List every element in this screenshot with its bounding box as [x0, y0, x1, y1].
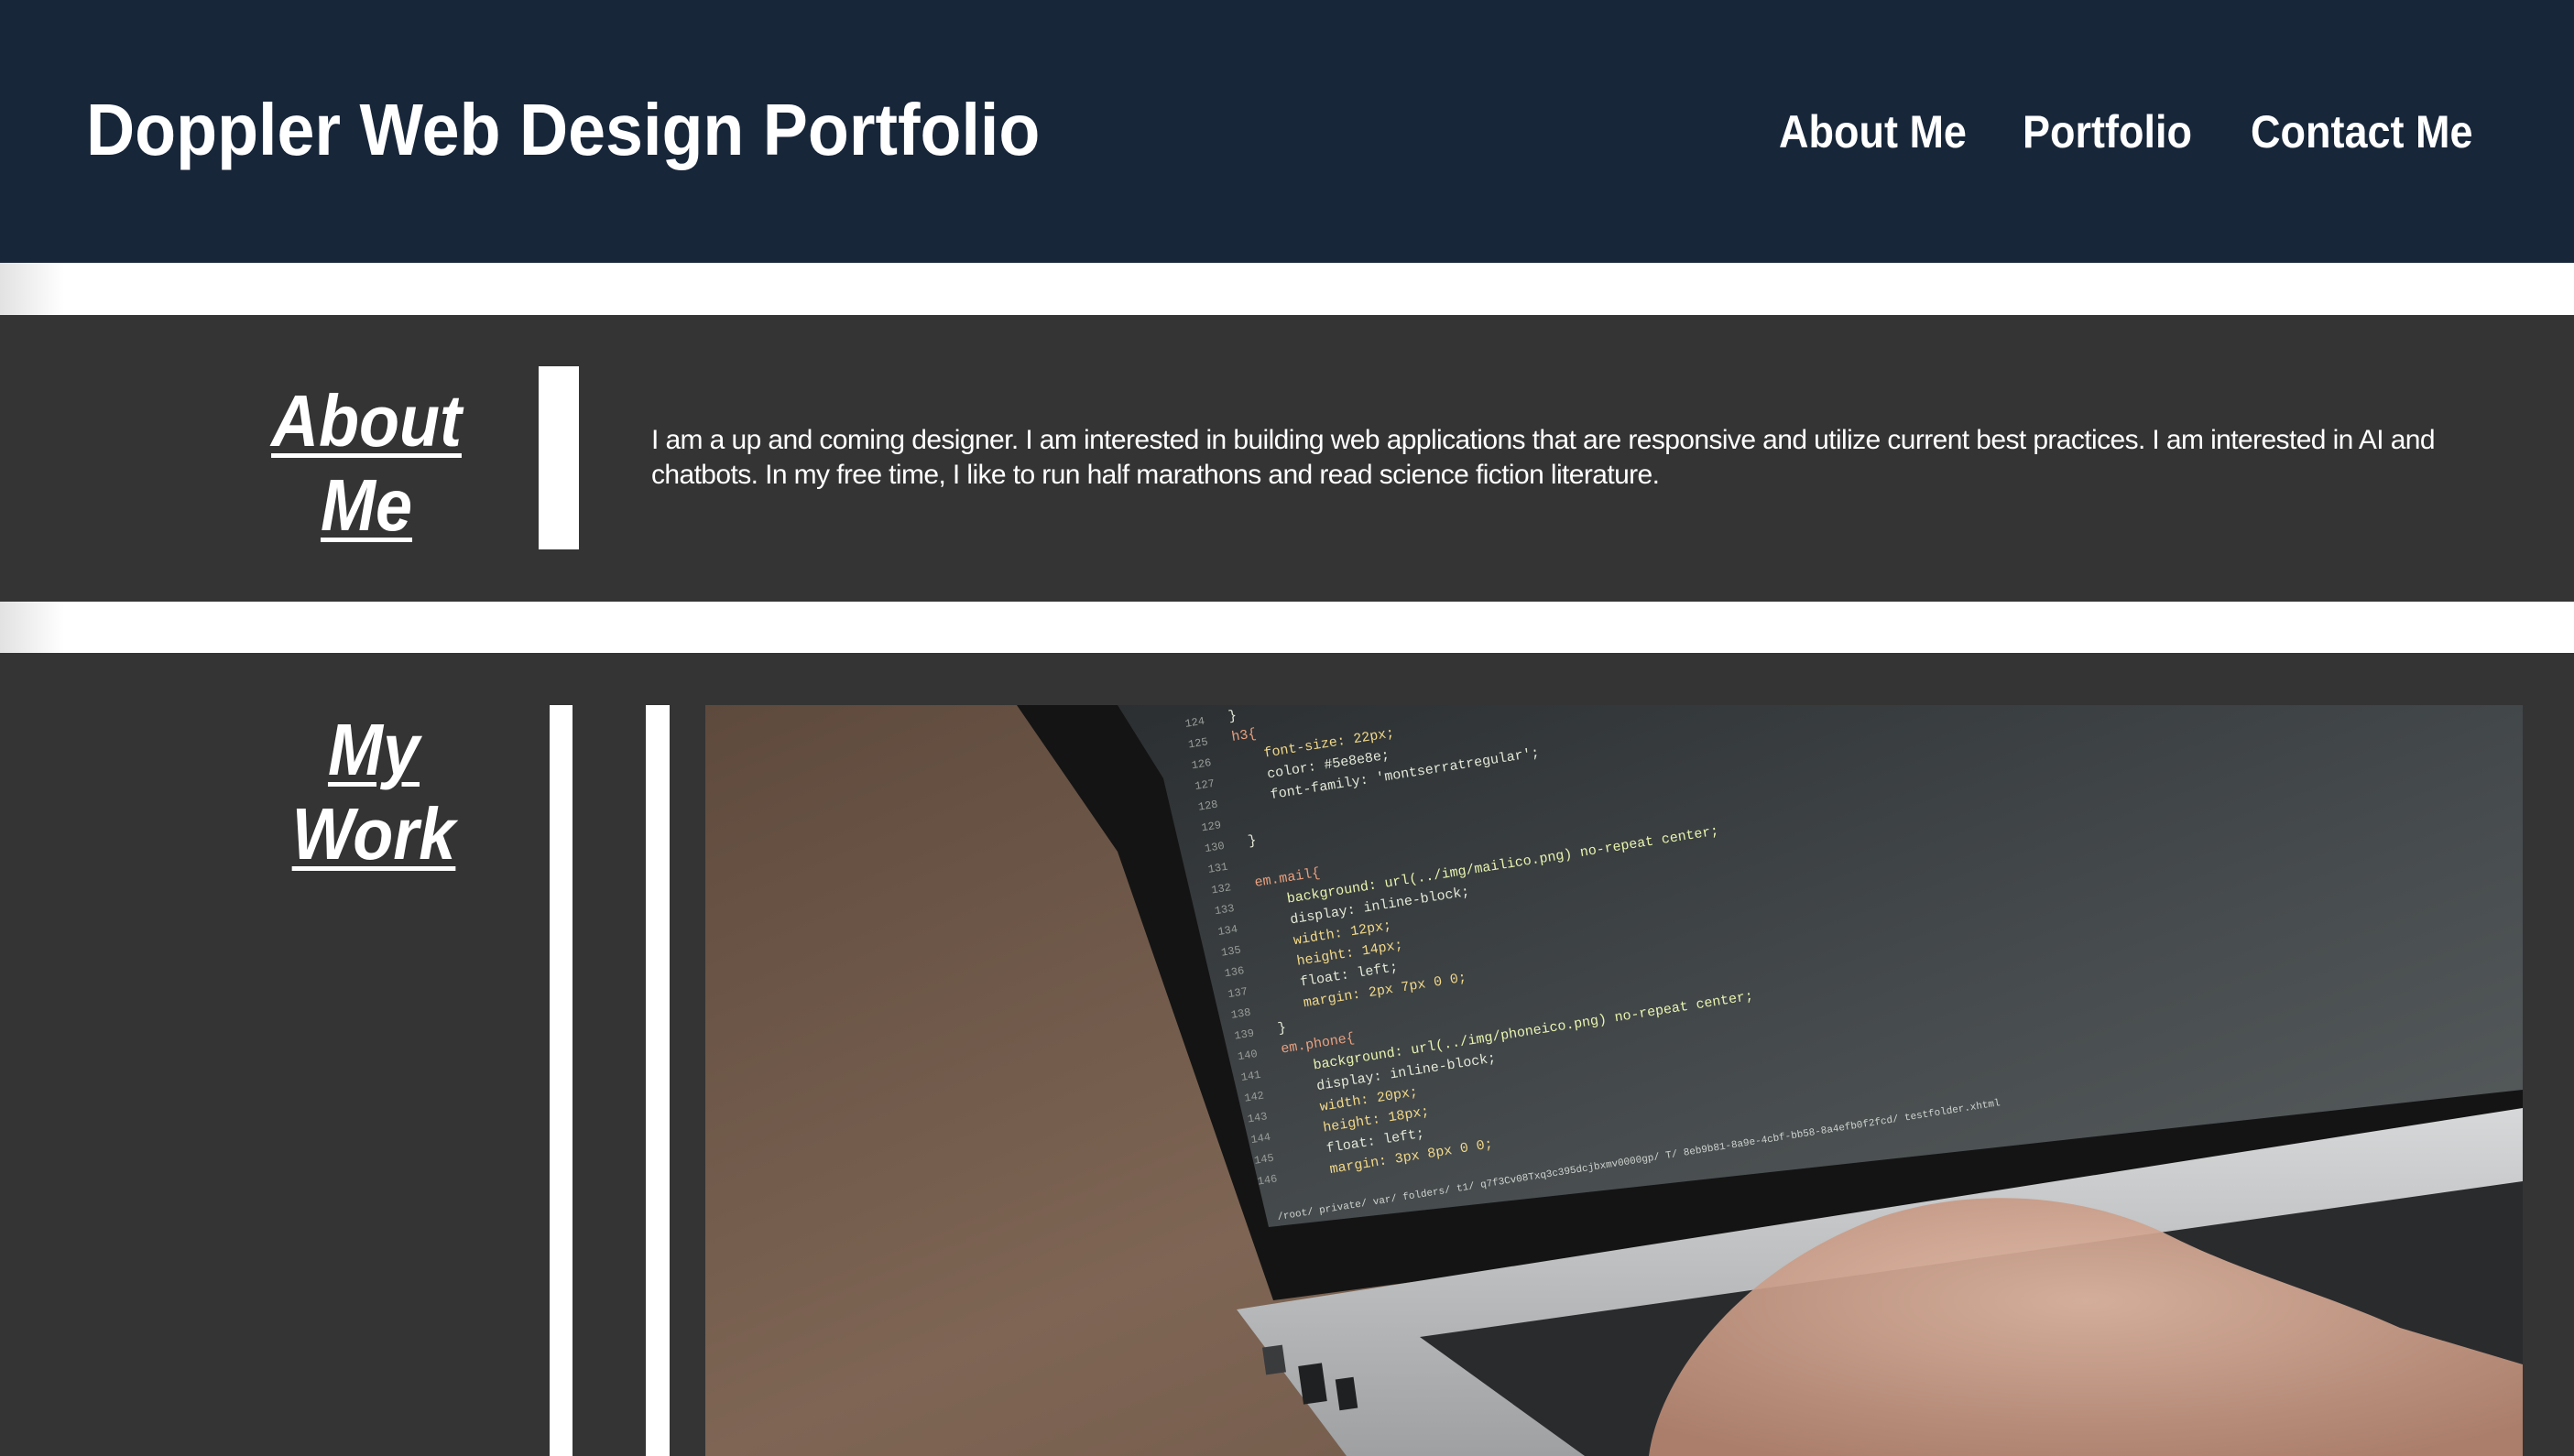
nav-link-portfolio[interactable]: Portfolio [2023, 103, 2192, 161]
work-divider-bar-right [646, 705, 670, 1456]
about-divider-bar [539, 366, 579, 549]
about-heading: About Me [243, 379, 490, 548]
section-gap [0, 602, 64, 653]
work-image-laptop[interactable]: 124} 125 h3{126 font-size: 22px; 127 color: #… [705, 705, 2523, 1456]
work-heading-line2: Work [291, 793, 456, 875]
about-text: I am a up and coming designer. I am inte… [651, 425, 2436, 490]
work-heading: My Work [250, 708, 497, 876]
work-divider-bar-left [550, 705, 573, 1456]
laptop-photo-illustration: 124}125 h3{126font-size: 22px;127color: #… [705, 705, 2523, 1456]
site-title: Doppler Web Design Portfolio [86, 89, 1041, 170]
about-heading-line2: Me [320, 464, 413, 546]
about-heading-line1: About [271, 380, 462, 462]
nav-link-about-me[interactable]: About Me [1779, 103, 1967, 161]
section-gap [0, 263, 64, 315]
work-heading-line1: My [327, 709, 420, 790]
nav-link-contact-me[interactable]: Contact Me [2251, 103, 2473, 161]
site-header: Doppler Web Design Portfolio About Me Po… [0, 0, 2574, 263]
